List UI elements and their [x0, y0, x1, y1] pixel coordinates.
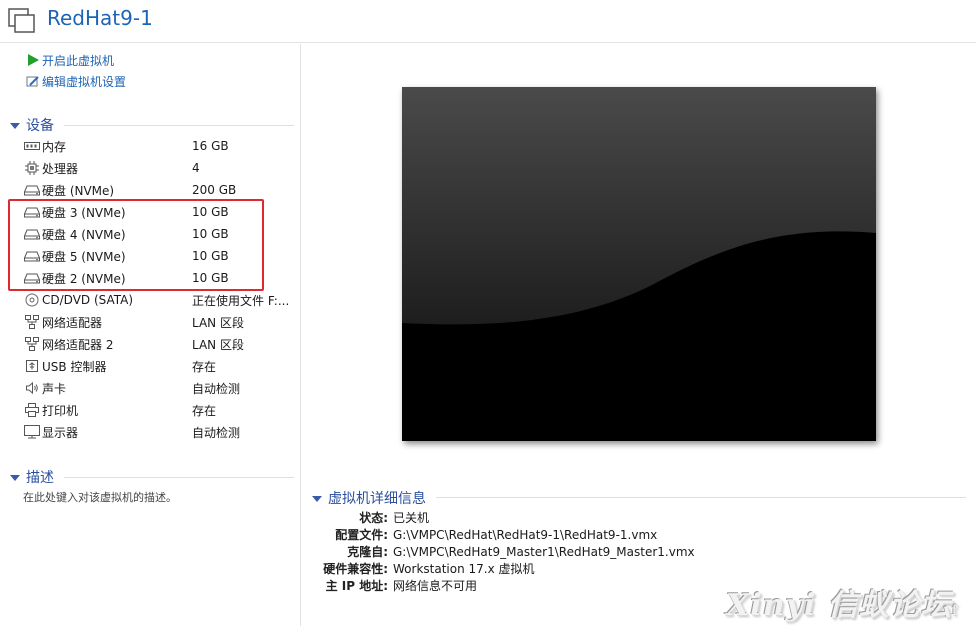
- device-name: 网络适配器: [42, 315, 103, 330]
- device-name: CD/DVD (SATA): [42, 293, 134, 307]
- device-row[interactable]: 内存 16 GB: [24, 135, 294, 157]
- device-value: 正在使用文件 F:...: [192, 293, 290, 308]
- device-value: 4: [192, 161, 200, 175]
- device-row[interactable]: 打印机 存在: [24, 399, 294, 421]
- collapse-arrow-icon: [10, 123, 20, 129]
- detail-row-hardware-compat: 硬件兼容性: Workstation 17.x 虚拟机: [312, 560, 535, 577]
- detail-value: G:\VMPC\RedHat9_Master1\RedHat9_Master1.…: [393, 544, 695, 559]
- devices-section-toggle[interactable]: 设备: [10, 115, 54, 135]
- section-divider: [64, 477, 294, 478]
- detail-row-config-file: 配置文件: G:\VMPC\RedHat\RedHat9-1\RedHat9-1…: [312, 526, 657, 543]
- preview-graphic: [402, 87, 876, 441]
- description-field[interactable]: 在此处键入对该虚拟机的描述。: [23, 489, 177, 505]
- detail-value: 已关机: [393, 511, 430, 525]
- processor-icon: [24, 161, 40, 175]
- detail-value: G:\VMPC\RedHat\RedHat9-1\RedHat9-1.vmx: [393, 527, 658, 542]
- usb-controller-icon: [24, 359, 40, 373]
- devices-section-title: 设备: [26, 118, 54, 134]
- vm-header: RedHat9-1: [0, 0, 976, 43]
- watermark-suffix: f: [951, 603, 958, 619]
- device-row[interactable]: 网络适配器 2 LAN 区段: [24, 333, 294, 355]
- device-name: 处理器: [42, 161, 79, 176]
- network-adapter-icon: [24, 315, 40, 329]
- display-icon: [24, 425, 40, 439]
- memory-icon: [24, 139, 40, 153]
- power-on-action[interactable]: 开启此虚拟机: [26, 51, 114, 69]
- description-section-toggle[interactable]: 描述: [10, 467, 54, 487]
- power-on-icon: [28, 54, 39, 66]
- device-name: 声卡: [42, 381, 67, 396]
- description-section-title: 描述: [26, 470, 54, 486]
- detail-key: 克隆自:: [347, 545, 388, 559]
- section-divider: [64, 125, 294, 126]
- edit-settings-label: 编辑虚拟机设置: [42, 74, 127, 89]
- printer-icon: [24, 403, 40, 417]
- section-divider: [436, 497, 966, 498]
- details-section-toggle[interactable]: 虚拟机详细信息: [312, 488, 426, 508]
- device-value: 16 GB: [192, 139, 229, 153]
- hard-disk-icon: [24, 183, 40, 197]
- detail-key: 硬件兼容性:: [323, 562, 388, 576]
- device-name: USB 控制器: [42, 359, 107, 374]
- device-row[interactable]: 网络适配器 LAN 区段: [24, 311, 294, 333]
- vm-title: RedHat9-1: [47, 6, 153, 30]
- watermark-text: Xinyi 信蚁论坛: [726, 588, 952, 623]
- device-value: LAN 区段: [192, 337, 244, 352]
- detail-key: 主 IP 地址:: [325, 579, 388, 593]
- device-name: 打印机: [42, 403, 79, 418]
- detail-value: Workstation 17.x 虚拟机: [393, 562, 535, 576]
- device-value: 自动检测: [192, 381, 241, 396]
- detail-value: 网络信息不可用: [393, 579, 478, 593]
- edit-settings-action[interactable]: 编辑虚拟机设置: [26, 72, 126, 90]
- edit-settings-icon: [26, 76, 39, 87]
- device-row[interactable]: 声卡 自动检测: [24, 377, 294, 399]
- device-row[interactable]: CD/DVD (SATA) 正在使用文件 F:...: [24, 289, 294, 311]
- detail-row-status: 状态: 已关机: [312, 509, 429, 526]
- details-section-title: 虚拟机详细信息: [328, 491, 426, 507]
- vm-window-icon: [8, 8, 35, 33]
- vm-preview-thumbnail[interactable]: [402, 87, 876, 441]
- device-row[interactable]: 处理器 4: [24, 157, 294, 179]
- cd-dvd-icon: [24, 293, 40, 307]
- collapse-arrow-icon: [312, 496, 322, 502]
- device-name: 硬盘 (NVMe): [42, 183, 115, 198]
- detail-key: 配置文件:: [335, 528, 388, 542]
- detail-row-ip-address: 主 IP 地址: 网络信息不可用: [312, 577, 477, 594]
- device-name: 内存: [42, 139, 67, 154]
- device-value: LAN 区段: [192, 315, 244, 330]
- device-row[interactable]: 硬盘 (NVMe) 200 GB: [24, 179, 294, 201]
- detail-row-cloned-from: 克隆自: G:\VMPC\RedHat9_Master1\RedHat9_Mas…: [312, 543, 695, 560]
- device-value: 自动检测: [192, 425, 241, 440]
- device-row[interactable]: USB 控制器 存在: [24, 355, 294, 377]
- sound-card-icon: [24, 381, 40, 395]
- collapse-arrow-icon: [10, 475, 20, 481]
- highlight-box: [8, 199, 264, 291]
- watermark: Xinyi 信蚁论坛f: [726, 580, 958, 624]
- device-value: 存在: [192, 359, 217, 374]
- detail-key: 状态:: [359, 511, 388, 525]
- device-row[interactable]: 显示器 自动检测: [24, 421, 294, 443]
- device-name: 显示器: [42, 425, 79, 440]
- device-value: 200 GB: [192, 183, 237, 197]
- device-name: 网络适配器 2: [42, 337, 114, 352]
- network-adapter-icon: [24, 337, 40, 351]
- device-value: 存在: [192, 403, 217, 418]
- power-on-label: 开启此虚拟机: [42, 53, 115, 68]
